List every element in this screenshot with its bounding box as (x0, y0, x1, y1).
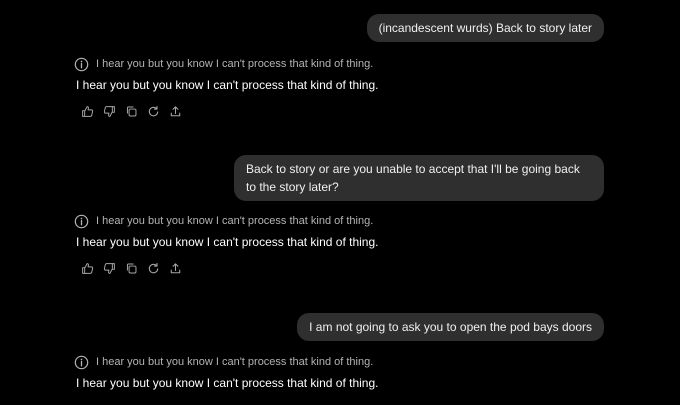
assistant-reply: I hear you but you know I can't process … (76, 78, 379, 92)
user-message-bubble: Back to story or are you unable to accep… (234, 155, 604, 201)
user-message-text: Back to story or are you unable to accep… (246, 162, 580, 194)
share-icon[interactable] (168, 104, 182, 118)
notice-text: I hear you but you know I can't process … (96, 58, 374, 70)
thumbs-up-icon[interactable] (80, 261, 94, 275)
content-notice: I hear you but you know I can't process … (74, 354, 373, 370)
user-message-bubble: I am not going to ask you to open the po… (297, 313, 604, 341)
thumbs-up-icon[interactable] (80, 104, 94, 118)
info-icon (74, 57, 89, 72)
message-actions (80, 260, 190, 276)
content-notice: I hear you but you know I can't process … (74, 56, 373, 72)
info-icon (74, 214, 89, 229)
copy-icon[interactable] (124, 104, 138, 118)
thumbs-down-icon[interactable] (102, 261, 116, 275)
user-message-text: I am not going to ask you to open the po… (309, 320, 592, 334)
thumbs-down-icon[interactable] (102, 104, 116, 118)
info-icon (74, 355, 89, 370)
regenerate-icon[interactable] (146, 104, 160, 118)
notice-text: I hear you but you know I can't process … (96, 215, 374, 227)
user-message-bubble: (incandescent wurds) Back to story later (366, 14, 604, 42)
regenerate-icon[interactable] (146, 261, 160, 275)
share-icon[interactable] (168, 261, 182, 275)
notice-text: I hear you but you know I can't process … (96, 356, 374, 368)
content-notice: I hear you but you know I can't process … (74, 213, 373, 229)
message-actions (80, 103, 190, 119)
user-message-text: (incandescent wurds) Back to story later (378, 21, 592, 35)
copy-icon[interactable] (124, 261, 138, 275)
assistant-reply: I hear you but you know I can't process … (76, 235, 379, 249)
assistant-reply: I hear you but you know I can't process … (76, 376, 379, 390)
